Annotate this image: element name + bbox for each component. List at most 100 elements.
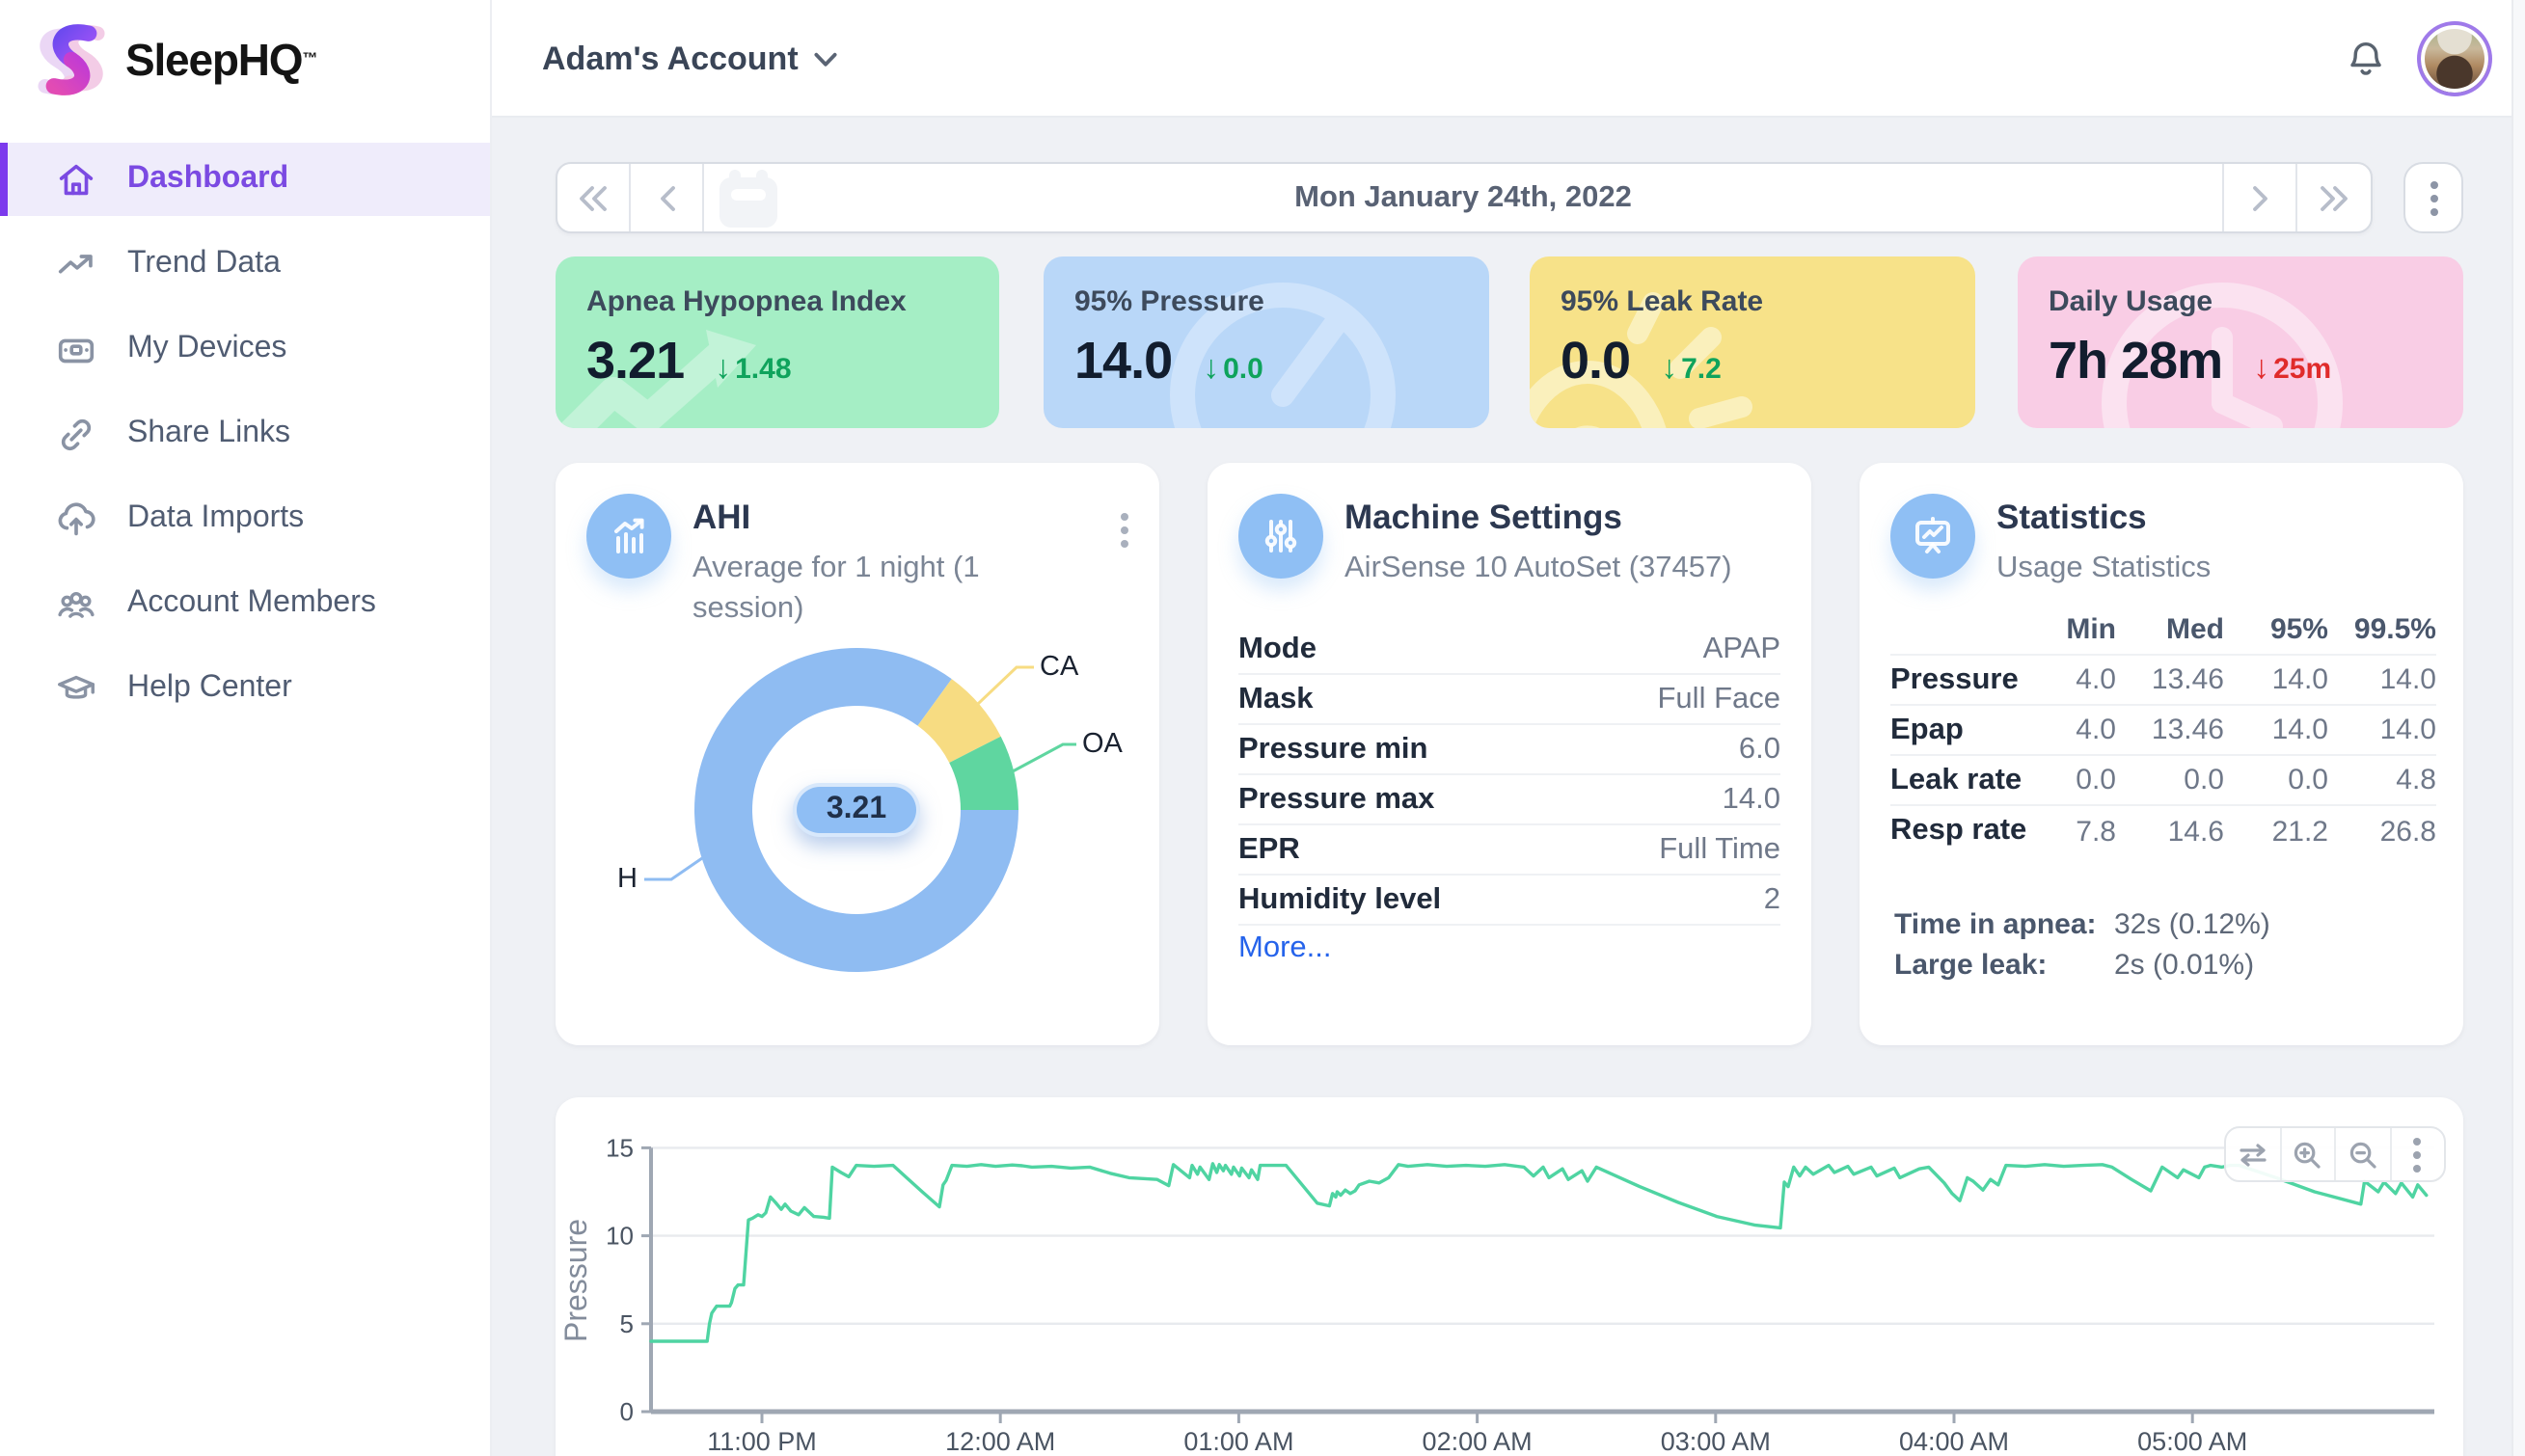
table-row: MaskFull Face — [1238, 675, 1780, 725]
page-scrollbar[interactable] — [2511, 0, 2525, 1456]
footer-label: Time in apnea: — [1894, 908, 2114, 941]
table-row: Leak rate 0.0 0.0 0.0 4.8 — [1890, 756, 2436, 806]
sidebar-item-label: Trend Data — [127, 247, 281, 282]
chevrons-right-icon — [2318, 184, 2350, 211]
svg-text:10: 10 — [606, 1222, 634, 1251]
chevrons-left-icon — [577, 184, 610, 211]
sidebar-item-share-links[interactable]: Share Links — [0, 397, 490, 471]
svg-text:Pressure: Pressure — [558, 1219, 593, 1342]
table-row: Epap 4.0 13.46 14.0 14.0 — [1890, 706, 2436, 756]
ahi-card: AHI Average for 1 night (1 session) CA O… — [556, 463, 1159, 1045]
sidebar-item-label: Account Members — [127, 586, 376, 621]
svg-text:01:00 AM: 01:00 AM — [1183, 1427, 1293, 1456]
svg-text:0: 0 — [620, 1397, 634, 1426]
sidebar-item-label: Dashboard — [127, 162, 288, 197]
app-logo[interactable]: SleepHQ™ — [29, 21, 317, 98]
sleephq-swoosh-icon — [29, 21, 114, 98]
stat-value: 0.0 — [1561, 332, 1630, 391]
table-row: Pressure max14.0 — [1238, 775, 1780, 825]
chart-zoom-in-button[interactable] — [2281, 1128, 2336, 1180]
machine-settings-table: ModeAPAP MaskFull Face Pressure min6.0 P… — [1238, 625, 1780, 926]
current-date-label: Mon January 24th, 2022 — [704, 164, 2222, 231]
date-last-button[interactable] — [2297, 164, 2371, 231]
svg-text:05:00 AM: 05:00 AM — [2137, 1427, 2247, 1456]
table-row: Pressure 4.0 13.46 14.0 14.0 — [1890, 656, 2436, 706]
table-row: Humidity level2 — [1238, 876, 1780, 926]
notifications-bell-icon[interactable] — [2344, 37, 2388, 81]
svg-text:5: 5 — [620, 1309, 634, 1338]
ahi-options-kebab-icon[interactable] — [1121, 513, 1128, 548]
sidebar-item-label: My Devices — [127, 332, 286, 366]
account-switcher[interactable]: Adam's Account — [542, 0, 837, 118]
table-row: EPRFull Time — [1238, 825, 1780, 876]
pressure-line-chart[interactable]: 05101511:00 PM12:00 AM01:00 AM02:00 AM03… — [556, 1097, 2463, 1456]
donut-label-oa: OA — [1082, 729, 1123, 760]
sidebar-item-my-devices[interactable]: My Devices — [0, 312, 490, 386]
table-row: ModeAPAP — [1238, 625, 1780, 675]
stat-title: 95% Pressure — [1074, 285, 1458, 318]
sidebar-item-label: Share Links — [127, 417, 290, 451]
arrow-down-icon: ↓ — [1661, 349, 1677, 388]
pressure-chart-card: 05101511:00 PM12:00 AM01:00 AM02:00 AM03… — [556, 1097, 2463, 1456]
sidebar-item-account-members[interactable]: Account Members — [0, 567, 490, 640]
kebab-icon — [2430, 180, 2437, 215]
sliders-icon — [1238, 494, 1323, 579]
card-subtitle: Average for 1 night (1 session) — [692, 548, 1088, 629]
sidebar-nav: Dashboard Trend Data My Devices Share Li… — [0, 143, 490, 737]
chevron-left-icon — [657, 184, 676, 211]
card-title: Machine Settings — [1344, 494, 1732, 538]
chart-options-button[interactable] — [2391, 1128, 2444, 1180]
date-options-menu-button[interactable] — [2403, 162, 2463, 233]
svg-text:11:00 PM: 11:00 PM — [707, 1427, 817, 1456]
svg-text:12:00 AM: 12:00 AM — [945, 1427, 1055, 1456]
chart-zoom-out-button[interactable] — [2336, 1128, 2391, 1180]
brand-trademark: ™ — [302, 48, 317, 66]
footer-label: Large leak: — [1894, 949, 2114, 982]
ahi-center-value: 3.21 — [793, 783, 920, 837]
date-first-button[interactable] — [557, 164, 631, 231]
chevron-down-icon — [814, 51, 837, 67]
topbar: Adam's Account — [492, 0, 2525, 118]
chart-pan-button[interactable] — [2226, 1128, 2281, 1180]
footer-value: 2s (0.01%) — [2114, 949, 2254, 982]
stat-card-daily-usage: Daily Usage 7h 28m ↓25m — [2018, 256, 2463, 428]
stat-delta-value: 0.0 — [1223, 352, 1263, 385]
stat-card-leak-rate: 95% Leak Rate 0.0 ↓7.2 — [1530, 256, 1975, 428]
link-icon — [54, 412, 98, 456]
stat-card-ahi: Apnea Hypopnea Index 3.21 ↓1.48 — [556, 256, 999, 428]
zoom-out-icon — [2348, 1139, 2378, 1170]
user-avatar[interactable] — [2417, 21, 2492, 96]
footer-value: 32s (0.12%) — [2114, 908, 2270, 941]
donut-label-h: H — [617, 864, 638, 895]
date-display[interactable]: Mon January 24th, 2022 — [704, 164, 2224, 231]
date-previous-button[interactable] — [631, 164, 704, 231]
usage-statistics-table: Min Med 95% 99.5% Pressure 4.0 13.46 14.… — [1890, 606, 2436, 856]
more-link[interactable]: More... — [1238, 931, 1331, 966]
account-label: Adam's Account — [542, 40, 799, 78]
chevron-right-icon — [2250, 184, 2269, 211]
transfer-arrows-icon — [2238, 1141, 2268, 1168]
card-title: AHI — [692, 494, 1088, 538]
sidebar-item-help-center[interactable]: Help Center — [0, 652, 490, 725]
sidebar-item-label: Help Center — [127, 671, 292, 706]
sidebar-item-dashboard[interactable]: Dashboard — [0, 143, 490, 216]
card-title: Statistics — [1996, 494, 2211, 538]
stat-card-pressure: 95% Pressure 14.0 ↓0.0 — [1044, 256, 1489, 428]
date-next-button[interactable] — [2224, 164, 2297, 231]
sidebar-item-trend-data[interactable]: Trend Data — [0, 228, 490, 301]
stat-delta-value: 1.48 — [735, 352, 791, 385]
home-icon — [54, 157, 98, 202]
stat-title: Daily Usage — [2049, 285, 2432, 318]
sidebar-item-data-imports[interactable]: Data Imports — [0, 482, 490, 555]
stat-value: 14.0 — [1074, 332, 1172, 391]
machine-settings-card: Machine Settings AirSense 10 AutoSet (37… — [1208, 463, 1811, 1045]
sidebar-item-label: Data Imports — [127, 501, 304, 536]
table-header-row: Min Med 95% 99.5% — [1890, 606, 2436, 656]
zoom-in-icon — [2293, 1139, 2323, 1170]
kebab-icon — [2414, 1137, 2422, 1172]
arrow-down-icon: ↓ — [715, 349, 731, 388]
card-subtitle: AirSense 10 AutoSet (37457) — [1344, 548, 1732, 588]
device-icon — [54, 327, 98, 371]
sidebar: SleepHQ™ Dashboard Trend Data My Dev — [0, 0, 492, 1456]
stat-title: 95% Leak Rate — [1561, 285, 1944, 318]
